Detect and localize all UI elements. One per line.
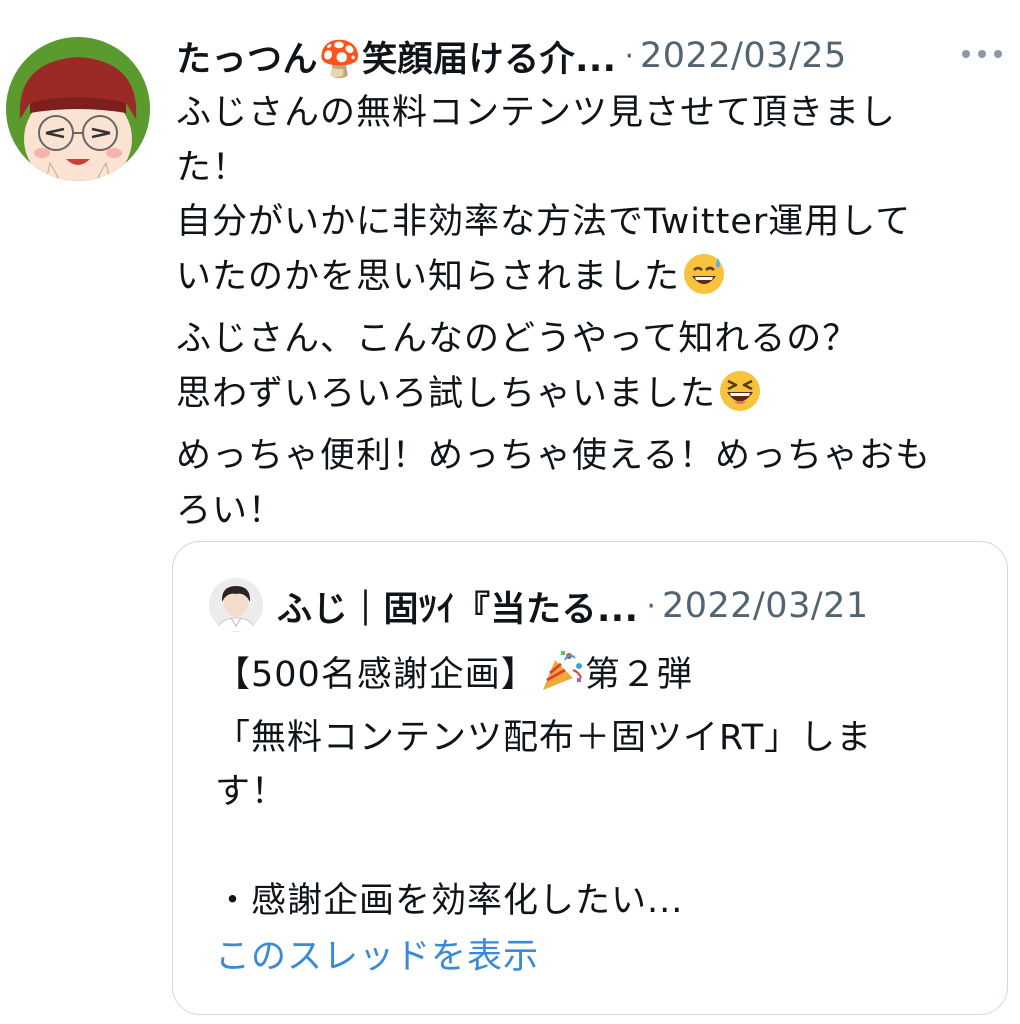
quoted-tweet-date[interactable]: 2022/03/21 (662, 586, 869, 626)
tweet-line: めっちゃ便利！めっちゃ使える！めっちゃおも (176, 436, 931, 476)
author-name[interactable]: たっつん🍄笑顔届ける介... (176, 31, 616, 82)
separator-dot: · (646, 588, 656, 624)
tweet-header: たっつん🍄笑顔届ける介... · 2022/03/25 (176, 28, 1010, 84)
quoted-tweet-text: 【500名感謝企画】 第２弾 「無料コンテンツ配布＋固ツイRT」しま す！ ・感… (215, 648, 995, 929)
laughing-emoji (718, 369, 762, 430)
tweet-line: ふじさん、こんなのどうやって知れるの？ (176, 319, 859, 359)
quoted-line: す！ (215, 772, 288, 812)
tweet-line-with-emoji: 思わずいろいろ試しちゃいました (176, 367, 1006, 430)
show-thread-link[interactable]: このスレッドを表示 (215, 930, 539, 984)
quoted-line: 【500名感謝企画】 (215, 655, 537, 695)
tweet-line: いたのかを思い知らされました (176, 256, 681, 297)
quoted-author-avatar[interactable] (209, 578, 263, 632)
tweet-text: ふじさんの無料コンテンツ見させて頂きまし た！ 自分がいかに非効率な方法でTwi… (176, 86, 1006, 538)
tweet-date[interactable]: 2022/03/25 (640, 36, 847, 76)
quoted-line: 第２弾 (584, 655, 693, 695)
tweet-line: 自分がいかに非効率な方法でTwitter運用して (176, 202, 912, 242)
quoted-line: 「無料コンテンツ配布＋固ツイRT」しま (215, 717, 873, 758)
party-popper-emoji (539, 648, 585, 711)
quoted-author-name[interactable]: ふじ｜固ﾂｲ『当たる... (277, 581, 638, 632)
quoted-tweet-card[interactable]: ふじ｜固ﾂｲ『当たる... · 2022/03/21 【500名感謝企画】 第２… (172, 541, 1008, 1015)
quoted-tweet-header: ふじ｜固ﾂｲ『当たる... · 2022/03/21 (277, 578, 869, 634)
tweet-line: ふじさんの無料コンテンツ見させて頂きまし (176, 93, 897, 133)
quoted-line: ・感謝企画を効率化したい... (215, 881, 684, 921)
separator-dot: · (624, 38, 635, 74)
tweet-line-with-emoji: いたのかを思い知らされました (176, 250, 1006, 313)
tweet-line: ろい！ (176, 490, 285, 531)
tweet-line: 思わずいろいろ試しちゃいました (176, 373, 717, 414)
author-avatar[interactable] (6, 37, 150, 181)
quoted-line-with-emoji: 【500名感謝企画】 第２弾 (215, 648, 995, 711)
quoted-line (215, 820, 995, 875)
tweet-line: た！ (176, 147, 249, 188)
sweat-smile-emoji (682, 252, 726, 313)
more-options-icon[interactable] (962, 41, 1002, 67)
